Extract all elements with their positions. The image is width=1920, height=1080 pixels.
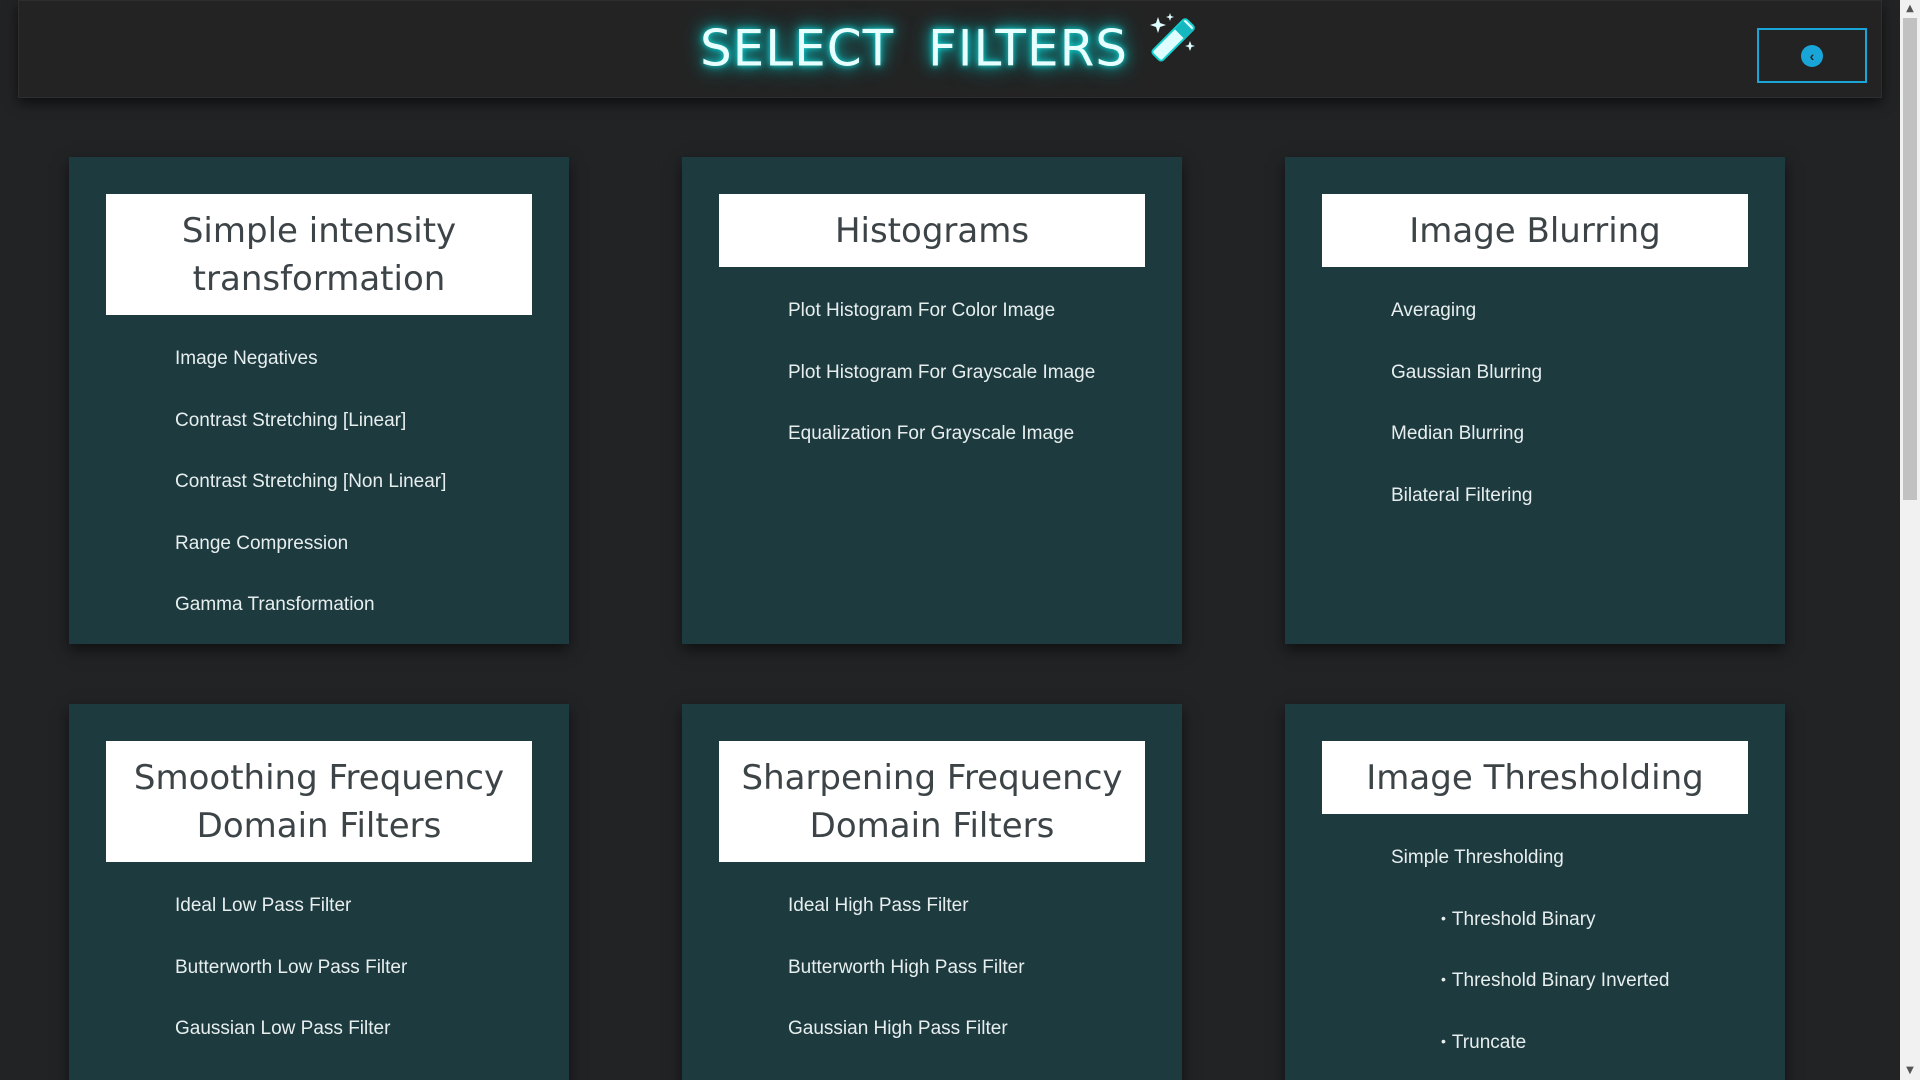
card-title: Simple intensity transformation (106, 194, 532, 315)
card-simple-intensity-transformation: Simple intensity transformation Image Ne… (69, 157, 569, 644)
card-smoothing-frequency-domain-filters: Smoothing Frequency Domain Filters Ideal… (69, 704, 569, 1080)
filter-list: Image Negatives Contrast Stretching [Lin… (175, 347, 549, 655)
page: SELECT FILTERS ‹ Simple intensity transf… (0, 0, 1900, 1080)
scroll-up-arrow-icon[interactable]: ▲ (1900, 0, 1920, 18)
chevron-left-circle-icon: ‹ (1801, 44, 1823, 67)
filter-item-equalization-grayscale[interactable]: Equalization For Grayscale Image (788, 422, 1162, 484)
filter-item-contrast-stretching-linear[interactable]: Contrast Stretching [Linear] (175, 409, 549, 471)
card-sharpening-frequency-domain-filters: Sharpening Frequency Domain Filters Idea… (682, 704, 1182, 1080)
filter-list: Averaging Gaussian Blurring Median Blurr… (1391, 299, 1765, 545)
filter-item-ideal-high-pass[interactable]: Ideal High Pass Filter (788, 894, 1162, 956)
card-title: Image Thresholding (1322, 741, 1748, 814)
card-title: Histograms (719, 194, 1145, 267)
filter-item-threshold-binary[interactable]: Threshold Binary (1391, 908, 1765, 970)
filter-item-truncate[interactable]: Truncate (1391, 1031, 1765, 1080)
filter-list: Plot Histogram For Color Image Plot Hist… (788, 299, 1162, 484)
back-button[interactable]: ‹ (1757, 28, 1867, 83)
vertical-scrollbar[interactable]: ▲ ▼ (1900, 0, 1920, 1080)
filter-list: Ideal Low Pass Filter Butterworth Low Pa… (175, 894, 549, 1079)
scroll-down-arrow-icon[interactable]: ▼ (1900, 1062, 1920, 1080)
filter-item-plot-histogram-color[interactable]: Plot Histogram For Color Image (788, 299, 1162, 361)
filter-item-threshold-binary-inverted[interactable]: Threshold Binary Inverted (1391, 969, 1765, 1031)
filter-item-ideal-low-pass[interactable]: Ideal Low Pass Filter (175, 894, 549, 956)
card-image-blurring: Image Blurring Averaging Gaussian Blurri… (1285, 157, 1785, 644)
filter-item-median-blurring[interactable]: Median Blurring (1391, 422, 1765, 484)
filter-item-gaussian-high-pass[interactable]: Gaussian High Pass Filter (788, 1017, 1162, 1079)
page-title: SELECT FILTERS (19, 13, 1881, 87)
header-bar: SELECT FILTERS ‹ (18, 0, 1882, 98)
scrollbar-thumb[interactable] (1903, 18, 1917, 500)
filter-item-butterworth-high-pass[interactable]: Butterworth High Pass Filter (788, 956, 1162, 1018)
filter-item-gamma-transformation[interactable]: Gamma Transformation (175, 593, 549, 655)
filter-item-simple-thresholding[interactable]: Simple Thresholding (1391, 846, 1765, 908)
card-image-thresholding: Image Thresholding Simple Thresholding T… (1285, 704, 1785, 1080)
card-title: Image Blurring (1322, 194, 1748, 267)
filter-item-butterworth-low-pass[interactable]: Butterworth Low Pass Filter (175, 956, 549, 1018)
filter-item-averaging[interactable]: Averaging (1391, 299, 1765, 361)
filter-item-bilateral-filtering[interactable]: Bilateral Filtering (1391, 484, 1765, 546)
filter-item-gaussian-low-pass[interactable]: Gaussian Low Pass Filter (175, 1017, 549, 1079)
filter-list: Simple Thresholding Threshold Binary Thr… (1391, 846, 1765, 1080)
filter-item-image-negatives[interactable]: Image Negatives (175, 347, 549, 409)
magic-wand-icon (1142, 11, 1200, 81)
filter-item-plot-histogram-grayscale[interactable]: Plot Histogram For Grayscale Image (788, 361, 1162, 423)
card-histograms: Histograms Plot Histogram For Color Imag… (682, 157, 1182, 644)
filter-item-gaussian-blurring[interactable]: Gaussian Blurring (1391, 361, 1765, 423)
filter-item-range-compression[interactable]: Range Compression (175, 532, 549, 594)
filter-item-contrast-stretching-non-linear[interactable]: Contrast Stretching [Non Linear] (175, 470, 549, 532)
card-title: Sharpening Frequency Domain Filters (719, 741, 1145, 862)
card-title: Smoothing Frequency Domain Filters (106, 741, 532, 862)
page-title-text: SELECT FILTERS (699, 19, 1129, 78)
filter-list: Ideal High Pass Filter Butterworth High … (788, 894, 1162, 1079)
